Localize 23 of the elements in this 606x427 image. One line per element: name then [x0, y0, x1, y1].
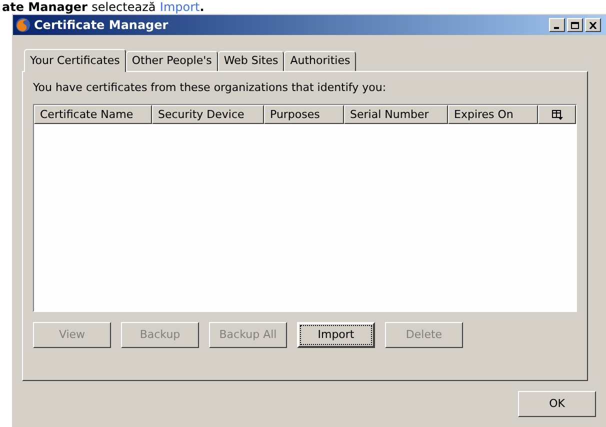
close-button[interactable] [585, 18, 601, 32]
page-heading: ate Manager selectează Import. [1, 0, 206, 14]
column-header[interactable]: Expires On [448, 105, 538, 124]
column-picker-button[interactable] [538, 105, 576, 124]
maximize-button[interactable] [567, 18, 583, 32]
maximize-icon [571, 22, 579, 28]
tab[interactable]: Your Certificates [24, 49, 126, 72]
tab[interactable]: Other People's [126, 51, 218, 71]
window-title: Certificate Manager [34, 17, 168, 34]
column-header[interactable]: Serial Number [344, 105, 448, 124]
column-header[interactable]: Certificate Name [34, 105, 152, 124]
fox-globe-icon [15, 17, 31, 33]
tab[interactable]: Authorities [284, 51, 356, 71]
description-text: You have certificates from these organizations that identify you: [33, 80, 388, 96]
action-button[interactable]: Import [297, 322, 375, 348]
column-picker-icon [552, 110, 562, 120]
minimize-button[interactable] [549, 18, 565, 32]
column-header[interactable]: Security Device [152, 105, 264, 124]
close-icon [589, 22, 597, 28]
column-header[interactable]: Purposes [264, 105, 344, 124]
import-link[interactable]: Import [160, 0, 200, 14]
tab[interactable]: Web Sites [218, 51, 284, 71]
ok-button[interactable]: OK [518, 391, 596, 417]
